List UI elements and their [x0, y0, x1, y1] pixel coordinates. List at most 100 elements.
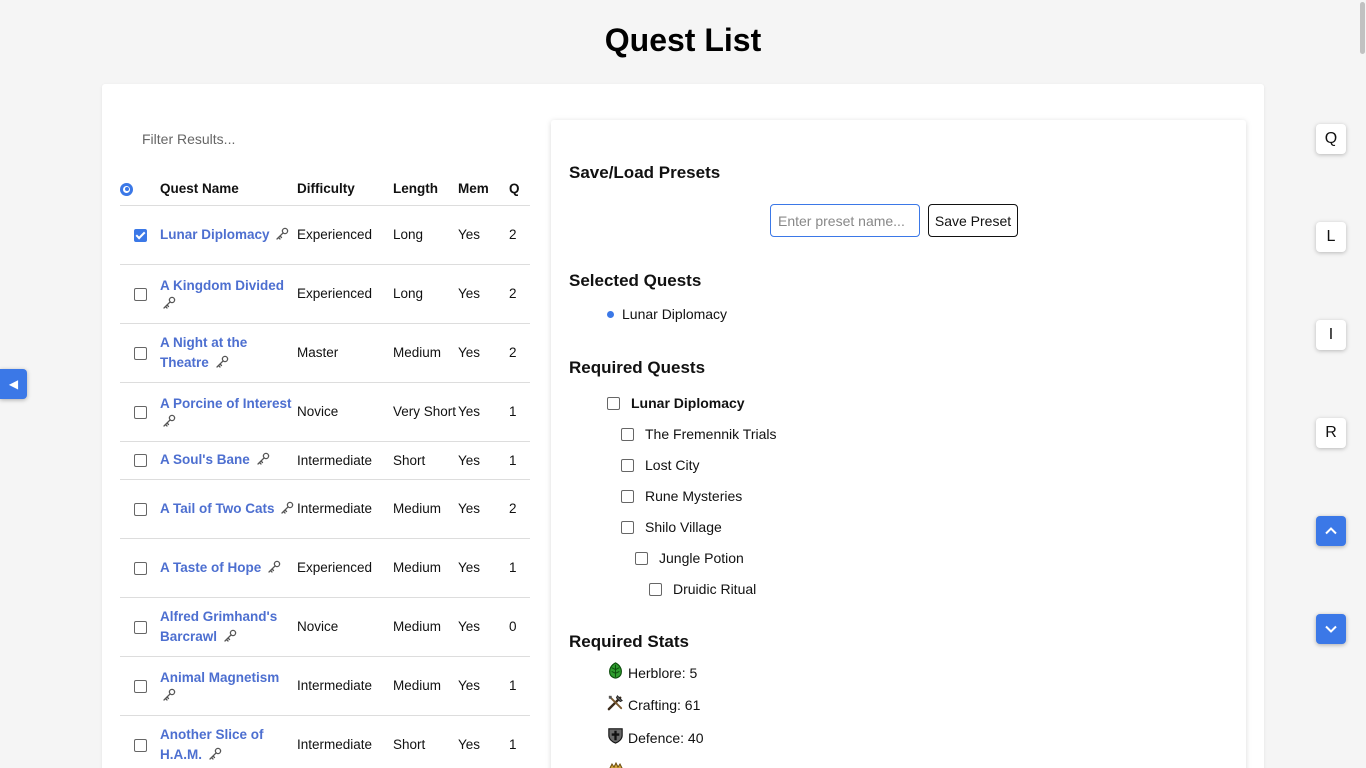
required-quest-label: Rune Mysteries	[645, 488, 743, 504]
row-checkbox[interactable]	[120, 264, 160, 324]
header-q[interactable]: Q	[509, 172, 530, 206]
required-quest-item[interactable]: Shilo Village	[621, 519, 722, 535]
save-preset-button[interactable]: Save Preset	[928, 204, 1018, 237]
scroll-up-button[interactable]	[1316, 516, 1346, 546]
required-stats-heading: Required Stats	[569, 632, 689, 651]
side-button-l[interactable]: L	[1316, 222, 1346, 252]
key-icon	[268, 560, 281, 573]
header-members[interactable]: Mem	[458, 172, 509, 206]
table-row[interactable]: A Night at the Theatre Master Medium Yes 2	[120, 323, 530, 383]
required-quest-checkbox[interactable]	[621, 458, 634, 472]
difficulty-cell: Novice	[297, 597, 393, 657]
row-checkbox[interactable]	[120, 205, 160, 265]
members-cell: Yes	[458, 597, 509, 657]
table-row[interactable]: A Porcine of Interest Novice Very Short Ye…	[120, 382, 530, 442]
required-quest-label: Druidic Ritual	[673, 581, 757, 597]
stat-defence-label: Defence: 40	[628, 730, 704, 746]
row-checkbox[interactable]	[120, 597, 160, 657]
side-button-r[interactable]: R	[1316, 418, 1346, 448]
required-quest-item[interactable]: Lost City	[621, 457, 699, 473]
difficulty-cell: Experienced	[297, 538, 393, 598]
stat-herblore: Herblore: 5	[606, 661, 697, 681]
q-cell: 2	[509, 479, 530, 539]
quest-name-link[interactable]: Animal Magnetism	[160, 670, 279, 685]
defence-icon	[608, 727, 623, 744]
quest-name-link[interactable]: A Porcine of Interest	[160, 396, 292, 411]
details-panel: Save/Load Presets Save Preset Selected Q…	[551, 120, 1246, 768]
members-cell: Yes	[458, 715, 509, 768]
quest-name-link[interactable]: A Soul's Bane	[160, 452, 250, 467]
q-cell: 1	[509, 656, 530, 716]
page-scrollbar[interactable]	[1359, 0, 1366, 768]
page-title: Quest List	[604, 22, 762, 58]
key-icon	[215, 355, 228, 368]
row-checkbox[interactable]	[120, 715, 160, 768]
stat-crafting-label: Crafting: 61	[628, 697, 701, 713]
q-cell: 2	[509, 205, 530, 265]
selected-quest-item: Lunar Diplomacy	[607, 306, 727, 322]
required-quest-label: Shilo Village	[645, 519, 722, 535]
required-quest-checkbox[interactable]	[635, 551, 648, 565]
length-cell: Medium	[393, 538, 458, 598]
side-button-i[interactable]: I	[1316, 320, 1346, 350]
row-checkbox[interactable]	[120, 656, 160, 716]
table-row[interactable]: Lunar Diplomacy Experienced Long Yes 2	[120, 205, 530, 265]
header-length[interactable]: Length	[393, 172, 458, 206]
quest-name-link[interactable]: A Taste of Hope	[160, 560, 261, 575]
q-cell: 1	[509, 538, 530, 598]
length-cell: Medium	[393, 656, 458, 716]
members-cell: Yes	[458, 382, 509, 442]
members-cell: Yes	[458, 479, 509, 539]
quest-name-link[interactable]: Alfred Grimhand's Barcrawl	[160, 609, 277, 644]
key-icon	[224, 629, 237, 642]
scroll-down-button[interactable]	[1316, 614, 1346, 644]
quest-name-link[interactable]: A Night at the Theatre	[160, 335, 247, 370]
bullet-icon	[607, 310, 614, 318]
row-checkbox[interactable]	[120, 538, 160, 598]
chevron-up-icon	[1325, 527, 1337, 535]
row-checkbox[interactable]	[120, 323, 160, 383]
header-difficulty[interactable]: Difficulty	[297, 172, 393, 206]
length-cell: Medium	[393, 479, 458, 539]
required-quest-item[interactable]: Druidic Ritual	[649, 581, 756, 597]
scrollbar-thumb[interactable]	[1360, 2, 1365, 54]
required-quests-heading: Required Quests	[569, 358, 706, 377]
table-row[interactable]: Animal Magnetism Intermediate Medium Yes 1	[120, 656, 530, 716]
table-row[interactable]: A Tail of Two Cats Intermediate Medium Yes…	[120, 479, 530, 539]
length-cell: Long	[393, 205, 458, 265]
key-icon	[209, 747, 222, 760]
row-checkbox[interactable]	[120, 479, 160, 539]
row-checkbox[interactable]	[120, 382, 160, 442]
table-row[interactable]: A Soul's Bane Intermediate Short Yes 1	[120, 441, 530, 480]
select-all-radio[interactable]	[120, 172, 160, 206]
key-icon	[163, 688, 176, 701]
side-button-q[interactable]: Q	[1316, 124, 1346, 154]
filter-input[interactable]	[128, 124, 428, 154]
required-quest-checkbox[interactable]	[621, 427, 634, 441]
stat-partial-icon	[609, 762, 623, 768]
required-quest-checkbox[interactable]	[649, 582, 662, 596]
required-quest-item[interactable]: The Fremennik Trials	[621, 426, 776, 442]
table-row[interactable]: A Kingdom Divided Experienced Long Yes 2	[120, 264, 530, 324]
required-quest-item[interactable]: Jungle Potion	[635, 550, 744, 566]
required-quest-checkbox[interactable]	[621, 489, 634, 503]
row-checkbox[interactable]	[120, 441, 160, 480]
required-quest-checkbox[interactable]	[607, 396, 620, 410]
quest-name-link[interactable]: A Tail of Two Cats	[160, 501, 275, 516]
required-quest-checkbox[interactable]	[621, 520, 634, 534]
table-row[interactable]: Another Slice of H.A.M. Intermediate Shor…	[120, 715, 530, 768]
required-quest-label: Jungle Potion	[659, 550, 744, 566]
quest-name-link[interactable]: Lunar Diplomacy	[160, 227, 270, 242]
required-quest-item[interactable]: Rune Mysteries	[621, 488, 742, 504]
table-row[interactable]: Alfred Grimhand's Barcrawl Novice Medium Y…	[120, 597, 530, 657]
preset-name-input[interactable]	[770, 204, 920, 237]
members-cell: Yes	[458, 264, 509, 324]
required-quest-item[interactable]: Lunar Diplomacy	[607, 395, 745, 411]
table-row[interactable]: A Taste of Hope Experienced Medium Yes 1	[120, 538, 530, 598]
quest-name-link[interactable]: A Kingdom Divided	[160, 278, 284, 293]
required-quest-label: Lunar Diplomacy	[631, 395, 745, 411]
collapse-panel-button[interactable]: ◀	[0, 369, 27, 399]
selected-quests-heading: Selected Quests	[569, 271, 702, 290]
q-cell: 1	[509, 441, 530, 480]
header-quest-name[interactable]: Quest Name	[160, 172, 297, 206]
